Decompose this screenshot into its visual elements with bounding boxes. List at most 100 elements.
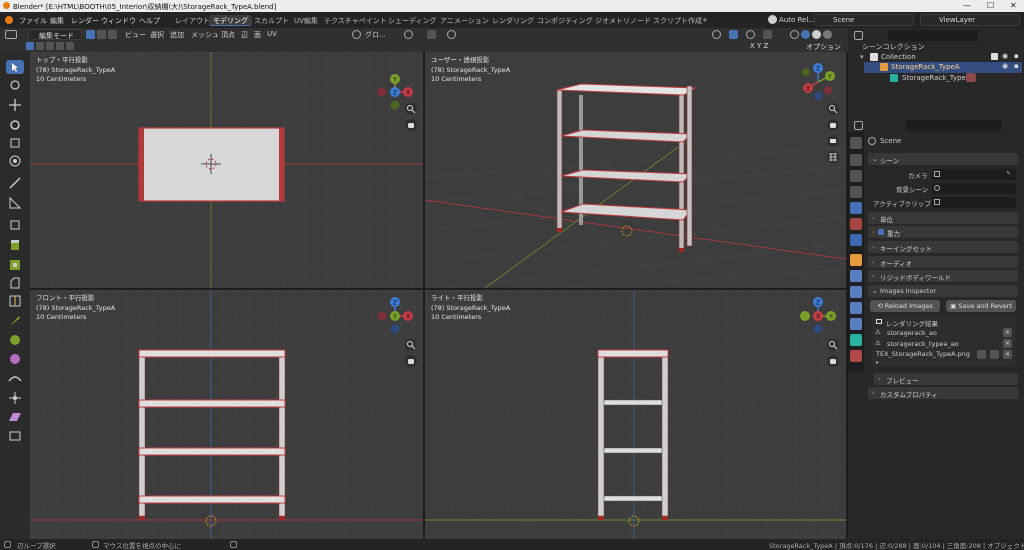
transform-orientation-icon[interactable] (352, 30, 361, 39)
smooth-tool[interactable] (6, 372, 24, 386)
cursor-tool[interactable] (6, 78, 24, 92)
menu-edit[interactable]: 編集 (50, 16, 64, 26)
tool-tab-icon[interactable] (850, 137, 862, 149)
viewport-top[interactable]: トップ・平行投影 (78) StorageRack_TypeA 10 Centime… (30, 52, 423, 288)
zoom-icon[interactable] (405, 103, 417, 115)
menu-render[interactable]: レンダー (71, 16, 99, 26)
data-tab-icon[interactable] (850, 334, 862, 346)
auto-run-label[interactable]: Auto Rel... (779, 16, 815, 24)
shading-solid-icon[interactable] (801, 30, 810, 39)
axis-lock-labels[interactable]: X Y Z (750, 42, 768, 50)
panel-gravity[interactable]: › 重力 (868, 226, 1018, 238)
tab-rendering[interactable]: レンダリング (488, 15, 538, 26)
viewport-user-perspective[interactable]: ユーザー・透視投影 (78) StorageRack_TypeA 10 Centim… (425, 52, 846, 288)
viewport-right[interactable]: ライト・平行投影 (78) StorageRack_TypeA 10 Centime… (425, 290, 846, 539)
perspective-canvas[interactable] (425, 52, 846, 288)
visibility-icon[interactable] (712, 30, 721, 39)
collection-label[interactable]: Collection (881, 53, 916, 61)
panel-images-inspector[interactable]: ⌄ Images Inspector (868, 285, 1018, 297)
image-item-label[interactable]: storagerack_ao (887, 329, 937, 337)
menu-face[interactable]: 面 (254, 30, 261, 40)
mesh-data-label[interactable]: StorageRack_TypeA (902, 74, 971, 82)
pivot-point-icon[interactable] (404, 30, 413, 39)
eyedropper-icon[interactable]: ✎ (1006, 170, 1011, 177)
shading-wireframe-icon[interactable] (790, 30, 799, 39)
image-edit-icon[interactable] (990, 350, 999, 359)
minimize-icon[interactable]: — (963, 1, 971, 10)
pan-hand-icon[interactable] (827, 119, 839, 131)
menu-window[interactable]: ウィンドウ (101, 16, 136, 26)
vertex-select-icon[interactable] (86, 30, 95, 39)
options-button[interactable]: オプション (806, 42, 841, 52)
menu-view[interactable]: ビュー (125, 30, 146, 40)
select-box-tool[interactable] (6, 60, 24, 74)
gravity-checkbox[interactable] (878, 229, 884, 235)
inset-tool[interactable] (6, 258, 24, 272)
xray-toggle-icon[interactable] (763, 30, 772, 39)
remove-image-icon[interactable]: ✕ (1003, 339, 1012, 348)
constraints-tab-icon[interactable] (850, 318, 862, 330)
zoom-icon[interactable] (827, 103, 839, 115)
panel-audio[interactable]: › オーディオ (868, 256, 1018, 268)
menu-add[interactable]: 追加 (170, 30, 184, 40)
measure-tool[interactable] (6, 196, 24, 210)
particles-tab-icon[interactable] (850, 286, 862, 298)
tab-shading[interactable]: シェーディング (384, 15, 441, 26)
overlay-toggle-icon[interactable] (746, 30, 755, 39)
navigation-gizmo[interactable]: Z X Y (373, 294, 417, 336)
menu-uv[interactable]: UV (267, 30, 277, 38)
editor-type-icon[interactable] (5, 30, 17, 39)
pan-hand-icon[interactable] (827, 355, 839, 367)
select-mode-set-icon[interactable] (26, 42, 34, 50)
edge-select-icon[interactable] (97, 30, 106, 39)
active-clip-field[interactable] (932, 197, 1016, 208)
annotate-tool[interactable] (6, 176, 24, 190)
scale-tool[interactable] (6, 136, 24, 150)
move-tool[interactable] (6, 98, 24, 112)
collection-tab-icon[interactable] (850, 234, 862, 246)
pan-hand-icon[interactable] (405, 355, 417, 367)
proportional-edit-icon[interactable] (447, 30, 456, 39)
shading-material-icon[interactable] (812, 30, 821, 39)
tab-uv-editing[interactable]: UV編集 (290, 15, 322, 26)
blender-menu-icon[interactable] (5, 16, 13, 24)
menu-help[interactable]: ヘルプ (139, 16, 160, 26)
mode-selector[interactable]: 編集モード (28, 29, 82, 40)
close-icon[interactable]: ✕ (1010, 1, 1017, 10)
save-and-revert-button[interactable]: ▣ Save and Revert (946, 300, 1016, 312)
panel-scene-header[interactable]: ⌄ シーン (868, 153, 1018, 165)
image-link-icon[interactable] (977, 350, 986, 359)
panel-preview[interactable]: › プレビュー (874, 373, 1018, 385)
camera-field[interactable]: ✎ (932, 169, 1016, 180)
rotate-tool[interactable] (6, 118, 24, 132)
collapse-arrow-icon[interactable]: ▾ (860, 53, 864, 61)
knife-tool[interactable] (6, 314, 24, 328)
tab-geometry-nodes[interactable]: ジオメトリノード (591, 15, 655, 26)
shear-tool[interactable] (6, 410, 24, 424)
add-cube-tool[interactable] (6, 218, 24, 232)
select-mode-intersect-icon[interactable] (66, 42, 74, 50)
spin-tool[interactable] (6, 352, 24, 366)
perspective-toggle-icon[interactable] (827, 151, 839, 163)
tab-sculpt[interactable]: スカルプト (250, 15, 293, 26)
tab-modeling[interactable]: モデリング (209, 15, 252, 26)
camera-icon[interactable]: ▪ (1014, 52, 1019, 60)
viewport-front[interactable]: フロント・平行投影 (78) StorageRack_TypeA 10 Centim… (30, 290, 423, 539)
background-scene-field[interactable] (932, 183, 1016, 194)
material-tab-icon[interactable] (850, 350, 862, 362)
extrude-tool[interactable] (6, 238, 24, 252)
list-expand-arrow-icon[interactable]: ▸ (876, 359, 879, 366)
gizmo-toggle-icon[interactable] (729, 30, 738, 39)
shrink-fatten-tool[interactable] (6, 391, 24, 405)
top-view-canvas[interactable] (30, 52, 423, 288)
menu-file[interactable]: ファイル (19, 16, 47, 26)
camera-view-icon[interactable] (827, 135, 839, 147)
object-tab-icon[interactable] (850, 254, 862, 266)
editor-type-icon[interactable] (854, 31, 863, 40)
panel-custom-properties[interactable]: › カスタムプロパティ (868, 387, 1018, 399)
select-mode-subtract-icon[interactable] (46, 42, 54, 50)
tab-animation[interactable]: アニメーション (436, 15, 493, 26)
face-select-icon[interactable] (108, 30, 117, 39)
output-tab-icon[interactable] (850, 170, 862, 182)
render-result-label[interactable]: レンダリング結果 (886, 318, 938, 328)
